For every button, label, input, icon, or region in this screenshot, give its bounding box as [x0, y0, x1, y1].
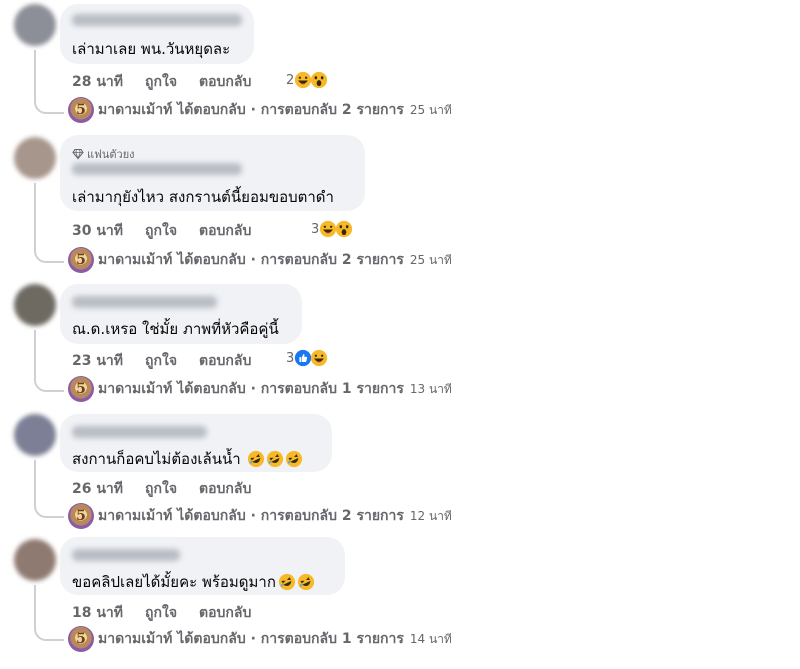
page-avatar: 5 [68, 247, 94, 273]
thread-connector [34, 183, 36, 247]
comment-bubble: ขอคลิปเลยได้มั้ยคะ พร้อมดูมาก [60, 537, 345, 595]
comment-text-content: สงกานก็อคบไม่ต้องเล้นน้ำ [72, 450, 241, 468]
view-replies-link[interactable]: 5 มาดามเม้าท์ ได้ตอบกลับ · การตอบกลับ 2 … [68, 97, 452, 123]
comment-text: เล่ามาเลย พน.วันหยุดละ [72, 40, 231, 58]
reply-page-name: มาดามเม้าท์ [98, 631, 173, 647]
like-button[interactable]: ถูกใจ [145, 478, 177, 500]
thread-connector-curve [34, 98, 64, 114]
comment-text: ขอคลิปเลยได้มั้ยคะ พร้อมดูมาก [72, 570, 315, 594]
page-avatar: 5 [68, 97, 94, 123]
thread-connector-curve [34, 502, 64, 518]
comment-time[interactable]: 26 นาที [72, 478, 123, 500]
comment-actions: 28 นาที ถูกใจ ตอบกลับ [72, 71, 251, 93]
reply-summary: ได้ตอบกลับ · การตอบกลับ 1 รายการ [177, 381, 404, 397]
view-replies-link[interactable]: 5 มาดามเม้าท์ ได้ตอบกลับ · การตอบกลับ 1 … [68, 376, 452, 402]
page-avatar: 5 [68, 503, 94, 529]
reply-page-name: มาดามเม้าท์ [98, 381, 173, 397]
reply-time: 25 นาที [409, 102, 452, 117]
comment-text: ณ.ด.เหรอ ใช่มั้ย ภาพที่หัวคือคู่นี้ [72, 320, 279, 338]
comment-actions: 23 นาที ถูกใจ ตอบกลับ [72, 350, 251, 372]
reply-time: 13 นาที [409, 381, 452, 396]
thread-connector [34, 330, 36, 376]
reaction-count: 3 [286, 350, 295, 366]
page-avatar: 5 [68, 376, 94, 402]
reply-button[interactable]: ตอบกลับ [199, 350, 251, 372]
commenter-name-blurred [72, 296, 217, 308]
rofl-icon [285, 450, 302, 468]
haha-icon [311, 349, 328, 367]
reply-page-name: มาดามเม้าท์ [98, 252, 173, 268]
commenter-name-blurred [72, 426, 207, 438]
reply-time: 25 นาที [409, 252, 452, 267]
comment-actions: 18 นาที ถูกใจ ตอบกลับ [72, 602, 251, 624]
view-replies-link[interactable]: 5 มาดามเม้าท์ ได้ตอบกลับ · การตอบกลับ 1 … [68, 626, 452, 652]
like-button[interactable]: ถูกใจ [145, 220, 177, 242]
reply-page-name: มาดามเม้าท์ [98, 102, 173, 118]
reply-time: 14 นาที [409, 631, 452, 646]
commenter-avatar[interactable] [14, 539, 56, 581]
reply-button[interactable]: ตอบกลับ [199, 71, 251, 93]
commenter-avatar[interactable] [14, 414, 56, 456]
comment-bubble: เล่ามาเลย พน.วันหยุดละ [60, 4, 254, 64]
thread-connector [34, 585, 36, 625]
reaction-summary[interactable]: 2 [286, 71, 328, 89]
thread-connector [34, 460, 36, 502]
like-button[interactable]: ถูกใจ [145, 71, 177, 93]
page-avatar: 5 [68, 626, 94, 652]
view-replies-link[interactable]: 5 มาดามเม้าท์ ได้ตอบกลับ · การตอบกลับ 2 … [68, 503, 452, 529]
commenter-name-blurred [72, 163, 242, 175]
thread-connector [34, 50, 36, 98]
comment-actions: 26 นาที ถูกใจ ตอบกลับ [72, 478, 251, 500]
rofl-icon [266, 450, 283, 468]
comment-actions: 30 นาที ถูกใจ ตอบกลับ [72, 220, 251, 242]
thread-connector-curve [34, 625, 64, 641]
reply-button[interactable]: ตอบกลับ [199, 602, 251, 624]
comment-text-content: ขอคลิปเลยได้มั้ยคะ พร้อมดูมาก [72, 573, 276, 591]
reply-summary: ได้ตอบกลับ · การตอบกลับ 2 รายการ [177, 508, 404, 524]
fan-badge-label: แฟนตัวยง [87, 148, 135, 161]
thread-connector-curve [34, 376, 64, 392]
reaction-summary[interactable]: 3 [311, 220, 353, 238]
view-replies-link[interactable]: 5 มาดามเม้าท์ ได้ตอบกลับ · การตอบกลับ 2 … [68, 247, 452, 273]
rofl-icon [247, 450, 264, 468]
reply-page-name: มาดามเม้าท์ [98, 508, 173, 524]
reply-time: 12 นาที [409, 508, 452, 523]
commenter-avatar[interactable] [14, 284, 56, 326]
comment-bubble: แฟนตัวยง เล่ามากุยังไหว สงกรานต์นี้ยอมขอ… [60, 135, 365, 211]
comment-time[interactable]: 28 นาที [72, 71, 123, 93]
wow-icon [336, 220, 353, 238]
reaction-count: 3 [311, 221, 320, 237]
comment-bubble: สงกานก็อคบไม่ต้องเล้นน้ำ [60, 414, 332, 472]
diamond-icon [72, 148, 84, 160]
comment-bubble: ณ.ด.เหรอ ใช่มั้ย ภาพที่หัวคือคู่นี้ [60, 284, 302, 344]
comment-time[interactable]: 18 นาที [72, 602, 123, 624]
reaction-count: 2 [286, 72, 295, 88]
wow-icon [311, 71, 328, 89]
commenter-avatar[interactable] [14, 4, 56, 46]
comment-time[interactable]: 23 นาที [72, 350, 123, 372]
reply-button[interactable]: ตอบกลับ [199, 220, 251, 242]
rofl-icon [278, 573, 296, 591]
comment-text: เล่ามากุยังไหว สงกรานต์นี้ยอมขอบตาดำ [72, 188, 334, 206]
commenter-avatar[interactable] [14, 137, 56, 179]
like-button[interactable]: ถูกใจ [145, 602, 177, 624]
commenter-name-blurred [72, 549, 180, 561]
rofl-icon [297, 573, 315, 591]
reaction-summary[interactable]: 3 [286, 349, 328, 367]
reply-summary: ได้ตอบกลับ · การตอบกลับ 2 รายการ [177, 252, 404, 268]
commenter-name-blurred [72, 14, 242, 26]
reply-summary: ได้ตอบกลับ · การตอบกลับ 1 รายการ [177, 631, 404, 647]
thread-connector-curve [34, 247, 64, 263]
like-button[interactable]: ถูกใจ [145, 350, 177, 372]
reply-button[interactable]: ตอบกลับ [199, 478, 251, 500]
fan-badge: แฟนตัวยง [72, 145, 135, 163]
comment-time[interactable]: 30 นาที [72, 220, 123, 242]
reply-summary: ได้ตอบกลับ · การตอบกลับ 2 รายการ [177, 102, 404, 118]
comment-text: สงกานก็อคบไม่ต้องเล้นน้ำ [72, 447, 303, 471]
